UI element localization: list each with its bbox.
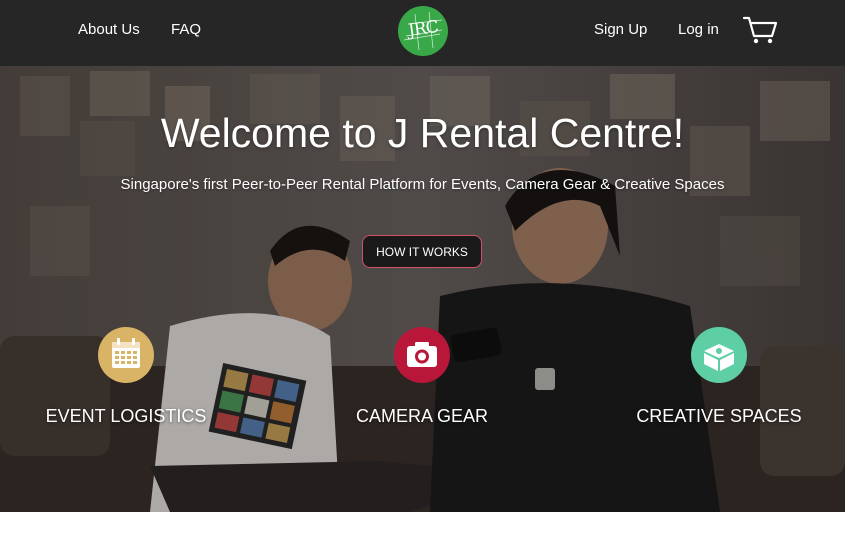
shopping-cart-icon[interactable]: [742, 15, 778, 45]
category-event-logistics[interactable]: EVENT LOGISTICS: [16, 327, 236, 427]
how-it-works-button[interactable]: HOW IT WORKS: [362, 235, 482, 268]
nav-login-link[interactable]: Log in: [678, 20, 719, 40]
category-creative-spaces[interactable]: CREATIVE SPACES: [609, 327, 829, 427]
calendar-icon: [98, 327, 154, 383]
category-camera-gear[interactable]: CAMERA GEAR: [312, 327, 532, 427]
hero-title: Welcome to J Rental Centre!: [160, 110, 685, 156]
nav-about-link[interactable]: About Us: [78, 20, 140, 40]
nav-signup-link[interactable]: Sign Up: [594, 20, 647, 40]
nav-faq-link[interactable]: FAQ: [171, 20, 201, 40]
category-label: EVENT LOGISTICS: [45, 406, 207, 426]
category-label: CREATIVE SPACES: [636, 406, 802, 426]
logo[interactable]: JRC: [398, 6, 448, 56]
hero-banner: Welcome to J Rental Centre! Singapore's …: [0, 66, 845, 512]
category-label: CAMERA GEAR: [355, 406, 489, 426]
hero-subtitle: Singapore's first Peer-to-Peer Rental Pl…: [120, 176, 725, 193]
top-navbar: About Us FAQ JRC Sign Up Log in: [0, 0, 845, 66]
open-box-icon: [691, 327, 747, 383]
camera-icon: [394, 327, 450, 383]
